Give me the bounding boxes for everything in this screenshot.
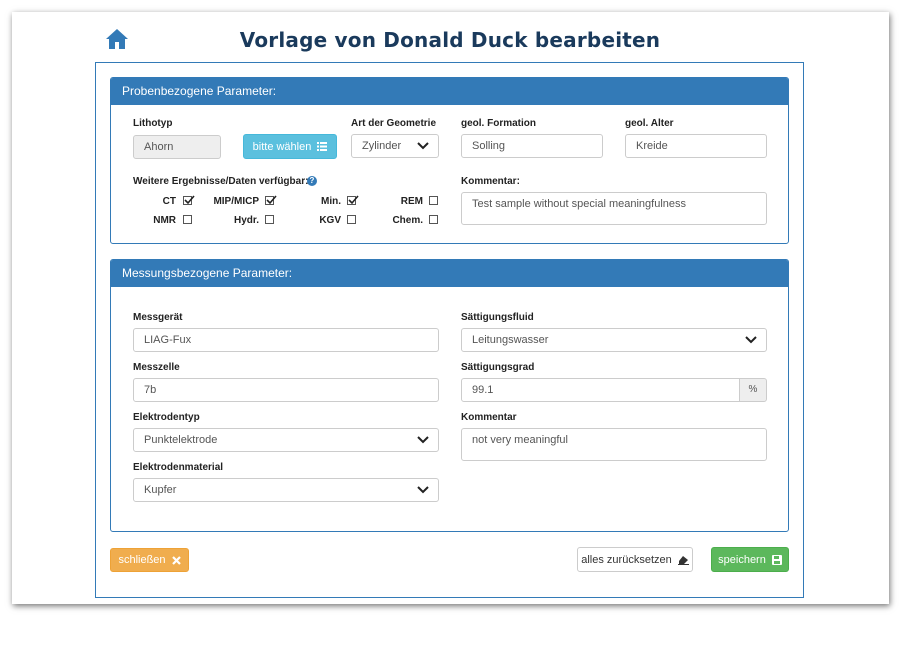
check-nmr[interactable] (183, 215, 192, 224)
check-chem[interactable] (429, 215, 438, 224)
chevron-down-icon (745, 336, 757, 344)
chevron-down-icon (417, 436, 429, 444)
probe-comment-textarea[interactable]: Test sample without special meaningfulne… (461, 192, 767, 225)
check-rem-label: REM (400, 196, 423, 207)
fluid-label: Sättigungsfluid (461, 312, 534, 323)
sample-parameters-heading: Probenbezogene Parameter: (111, 78, 788, 105)
close-button-label: schließen (118, 554, 166, 566)
saturation-label: Sättigungsgrad (461, 362, 535, 373)
formation-label: geol. Formation (461, 118, 536, 129)
help-icon[interactable]: ? (307, 176, 317, 186)
messzelle-label: Messzelle (133, 362, 180, 373)
geometrie-label: Art der Geometrie (351, 118, 437, 129)
reset-button-label: alles zurücksetzen (581, 553, 672, 566)
elektrodentyp-label: Elektrodentyp (133, 412, 200, 423)
saturation-input[interactable]: 99.1 (461, 378, 740, 402)
elektrodentyp-value: Punktelektrode (144, 434, 218, 446)
check-hydr-label: Hydr. (233, 215, 259, 226)
close-button[interactable]: schließen (110, 548, 189, 572)
elektrodenmaterial-label: Elektrodenmaterial (133, 462, 224, 473)
probe-comment-label: Kommentar: (461, 176, 520, 187)
elektrodentyp-select[interactable]: Punktelektrode (133, 428, 439, 452)
save-button[interactable]: speichern (711, 547, 789, 572)
results-available-label: Weitere Ergebnisse/Daten verfügbar: (133, 176, 309, 187)
save-button-label: speichern (718, 553, 766, 566)
floppy-disk-icon (771, 554, 782, 565)
messgeraet-input[interactable]: LIAG-Fux (133, 328, 439, 352)
formation-input[interactable]: Solling (461, 134, 603, 158)
close-icon (171, 555, 181, 565)
list-icon (317, 142, 328, 151)
chevron-down-icon (417, 486, 429, 494)
geometrie-select[interactable]: Zylinder (351, 134, 439, 158)
check-mip[interactable] (265, 195, 277, 205)
check-mip-label: MIP/MICP (213, 196, 259, 207)
eraser-icon (677, 555, 689, 565)
geometrie-value: Zylinder (362, 140, 402, 152)
fluid-value: Leitungswasser (472, 334, 549, 346)
check-min[interactable] (347, 195, 359, 205)
check-min-label: Min. (321, 196, 341, 207)
alter-input[interactable]: Kreide (625, 134, 767, 158)
check-nmr-label: NMR (153, 215, 176, 226)
measurement-comment-textarea[interactable]: not very meaningful (461, 428, 767, 461)
choose-button-label: bitte wählen (252, 140, 312, 153)
reset-all-button[interactable]: alles zurücksetzen (577, 547, 693, 572)
lithotyp-label: Lithotyp (133, 118, 173, 129)
check-kgv[interactable] (347, 215, 356, 224)
check-chem-label: Chem. (392, 215, 423, 226)
elektrodenmaterial-select[interactable]: Kupfer (133, 478, 439, 502)
percent-addon: % (739, 378, 767, 402)
check-ct-label: CT (162, 196, 176, 207)
lithotyp-field: Ahorn (133, 135, 221, 159)
measurement-parameters-heading: Messungsbezogene Parameter: (111, 260, 788, 287)
fluid-select[interactable]: Leitungswasser (461, 328, 767, 352)
check-ct[interactable] (183, 195, 195, 205)
page-title: Vorlage von Donald Duck bearbeiten (239, 28, 661, 52)
messgeraet-label: Messgerät (133, 312, 183, 323)
messzelle-input[interactable]: 7b (133, 378, 439, 402)
check-kgv-label: KGV (319, 215, 341, 226)
home-icon[interactable] (105, 28, 129, 50)
measurement-comment-label: Kommentar (461, 412, 517, 423)
alter-label: geol. Alter (625, 118, 674, 129)
choose-lithotyp-button[interactable]: bitte wählen (243, 134, 337, 159)
check-hydr[interactable] (265, 215, 274, 224)
elektrodenmaterial-value: Kupfer (144, 484, 177, 496)
check-rem[interactable] (429, 196, 438, 205)
chevron-down-icon (417, 142, 429, 150)
